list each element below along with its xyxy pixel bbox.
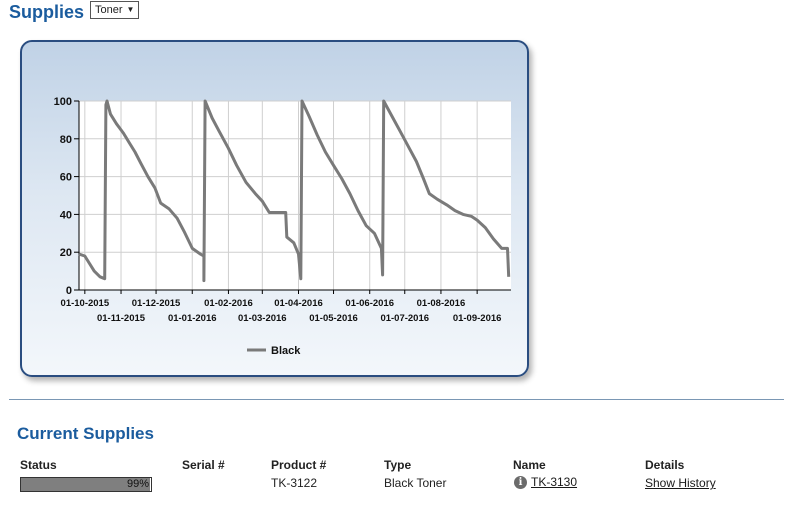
x-tick-label: 01-07-2016 xyxy=(380,313,429,324)
supply-name-link[interactable]: TK-3130 xyxy=(531,475,577,489)
plot-area xyxy=(79,101,511,290)
status-percent-label: 99% xyxy=(126,478,149,490)
x-tick-label: 01-09-2016 xyxy=(453,313,502,324)
x-tick-label: 01-12-2015 xyxy=(132,298,181,309)
y-tick-label: 0 xyxy=(66,285,72,297)
x-tick-label: 01-01-2016 xyxy=(168,313,217,324)
name-cell: i TK-3130 xyxy=(514,475,577,490)
info-icon[interactable]: i xyxy=(514,476,527,490)
x-tick-label: 01-03-2016 xyxy=(238,313,287,324)
supply-type-select[interactable]: Toner ▼ xyxy=(90,1,140,19)
current-supplies-title: Current Supplies xyxy=(17,424,154,443)
x-tick-label: 01-10-2015 xyxy=(61,298,110,309)
supply-level-chart: 0 20 40 60 80 100 01-10-2015 01-11-2015 01-12-20… xyxy=(20,40,529,377)
page-title: Supplies xyxy=(9,2,85,22)
show-history-link[interactable]: Show History xyxy=(645,476,716,490)
x-tick-label: 01-08-2016 xyxy=(417,298,466,309)
type-value: Black Toner xyxy=(384,476,447,490)
column-header-serial: Serial # xyxy=(182,458,225,472)
y-tick-label: 40 xyxy=(60,209,72,221)
column-header-product: Product # xyxy=(271,458,327,472)
product-value: TK-3122 xyxy=(271,476,318,490)
section-divider xyxy=(9,399,784,400)
x-tick-label: 01-05-2016 xyxy=(309,313,358,324)
x-tick-label: 01-02-2016 xyxy=(204,298,253,309)
y-tick-label: 20 xyxy=(60,247,72,259)
y-tick-label: 100 xyxy=(54,96,72,108)
y-tick-label: 80 xyxy=(60,134,72,146)
column-header-name: Name xyxy=(513,458,546,472)
legend-label: Black xyxy=(271,345,301,357)
x-tick-label: 01-04-2016 xyxy=(274,298,323,309)
x-tick-label: 01-11-2015 xyxy=(97,313,146,324)
column-header-type: Type xyxy=(384,458,412,472)
supply-type-value: Toner xyxy=(95,4,123,16)
chart-svg: 0 20 40 60 80 100 01-10-2015 01-11-2015 01-12-20… xyxy=(54,96,511,357)
status-level-bar: 99% xyxy=(20,477,152,492)
details-cell: Show History xyxy=(645,476,716,490)
column-header-details: Details xyxy=(645,458,685,472)
x-tick-label: 01-06-2016 xyxy=(345,298,394,309)
y-tick-label: 60 xyxy=(60,172,72,184)
dropdown-arrow-icon: ▼ xyxy=(126,5,135,14)
column-header-status: Status xyxy=(20,458,57,472)
